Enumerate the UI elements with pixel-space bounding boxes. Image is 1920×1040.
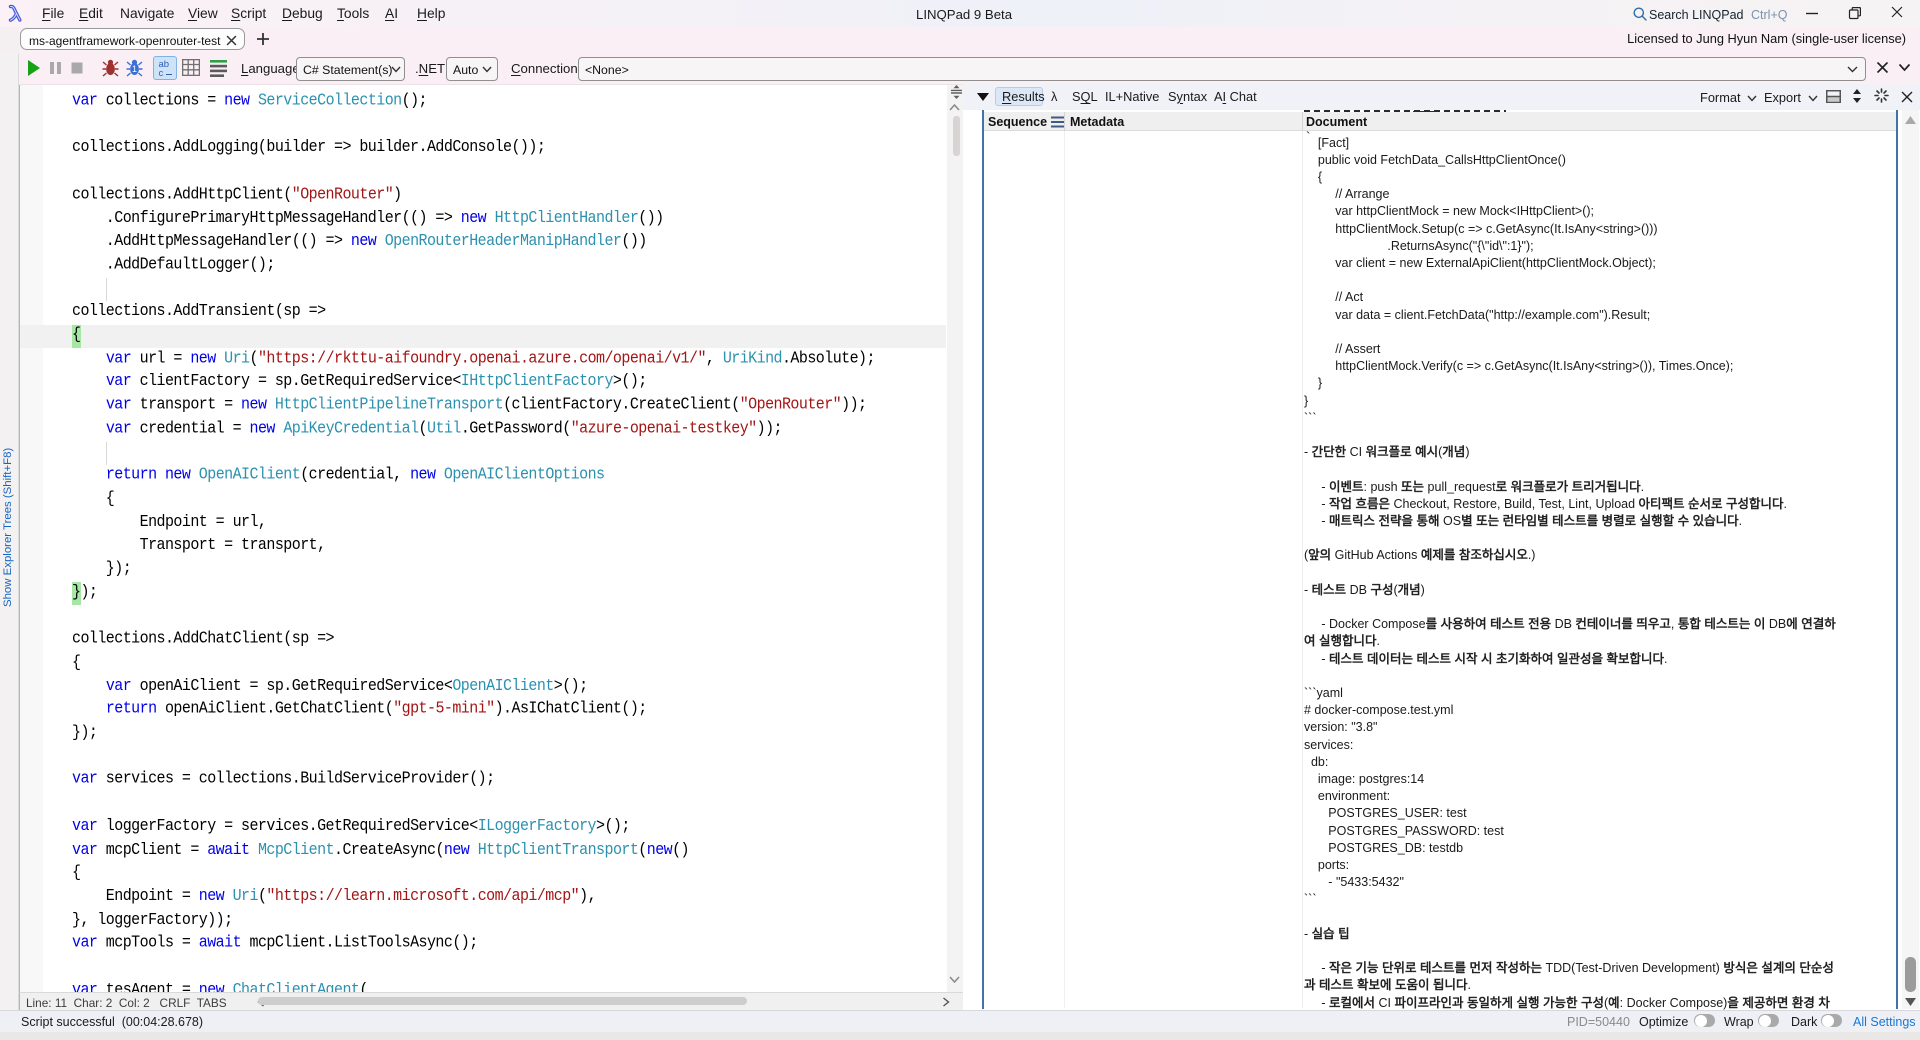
svg-text:1: 1 xyxy=(132,64,137,74)
